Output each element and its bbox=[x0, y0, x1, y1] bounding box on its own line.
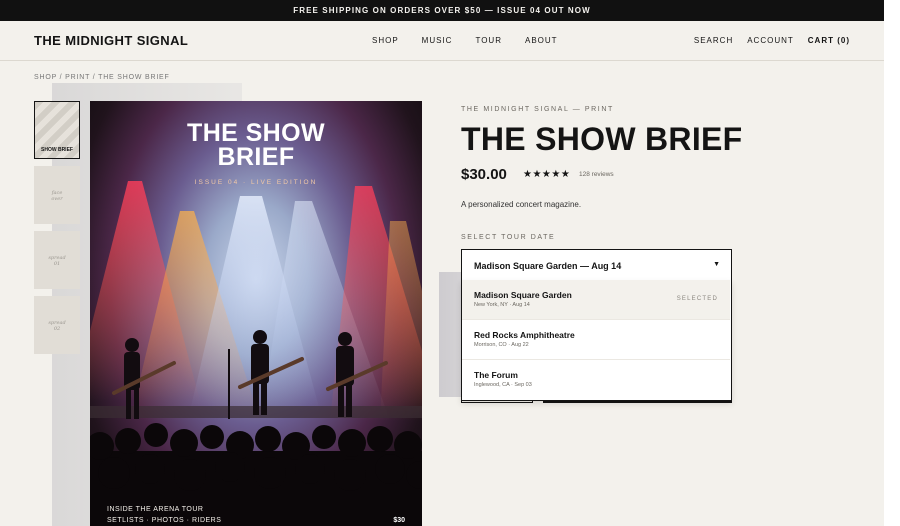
tour-option[interactable]: Red Rocks Amphitheatre Morrison, CO · Au… bbox=[462, 320, 730, 360]
breadcrumb: SHOP / PRINT / THE SHOW BRIEF bbox=[34, 74, 170, 81]
cart-link[interactable]: CART (0) bbox=[808, 36, 850, 45]
tour-option[interactable]: The Forum Inglewood, CA · Sep 03 bbox=[462, 360, 730, 400]
main-nav: SHOP MUSIC TOUR ABOUT bbox=[372, 36, 581, 45]
tour-option-name: The Forum bbox=[474, 370, 518, 380]
tour-option-meta: Inglewood, CA · Sep 03 bbox=[474, 382, 532, 388]
account-link[interactable]: ACCOUNT bbox=[747, 36, 794, 45]
nav-about[interactable]: ABOUT bbox=[525, 36, 558, 45]
product-title: THE SHOW BRIEF bbox=[461, 121, 743, 157]
announcement-bar: FREE SHIPPING ON ORDERS OVER $50 — ISSUE… bbox=[0, 0, 884, 21]
thumbnail-cover[interactable]: SHOW BRIEF bbox=[34, 101, 80, 159]
thumbnail-note: spread 02 bbox=[48, 320, 66, 332]
brand-logo[interactable]: THE MIDNIGHT SIGNAL bbox=[34, 33, 188, 48]
product-price: $30.00 bbox=[461, 166, 507, 183]
search-link[interactable]: SEARCH bbox=[694, 36, 733, 45]
page: FREE SHIPPING ON ORDERS OVER $50 — ISSUE… bbox=[0, 0, 884, 526]
thumbnail-4[interactable]: spread 02 bbox=[34, 296, 80, 354]
cover-title-line-1: THE SHOW bbox=[187, 119, 325, 147]
cover-price: $30 bbox=[393, 517, 405, 524]
thumbnail-note: spread 01 bbox=[48, 255, 66, 267]
thumbnail-note: face over bbox=[51, 190, 63, 202]
tour-option-name: Madison Square Garden bbox=[474, 290, 572, 300]
tour-date-label: SELECT TOUR DATE bbox=[461, 234, 556, 241]
nav-music[interactable]: MUSIC bbox=[422, 36, 453, 45]
tour-date-select[interactable]: Madison Square Garden — Aug 14 ▼ bbox=[461, 249, 732, 282]
tour-option-name: Red Rocks Amphitheatre bbox=[474, 330, 575, 340]
thumbnail-3[interactable]: spread 01 bbox=[34, 231, 80, 289]
utility-nav: SEARCH ACCOUNT CART (0) bbox=[680, 36, 850, 45]
thumbnail-2[interactable]: face over bbox=[34, 166, 80, 224]
cover-footer-line-2: SETLISTS · PHOTOS · RIDERS bbox=[107, 517, 222, 524]
product-eyebrow: THE MIDNIGHT SIGNAL — PRINT bbox=[461, 106, 614, 113]
thumbnail-label: SHOW BRIEF bbox=[41, 147, 73, 153]
tour-option[interactable]: Madison Square Garden New York, NY · Aug… bbox=[462, 280, 730, 320]
selected-tag: SELECTED bbox=[676, 296, 718, 302]
product-description: A personalized concert magazine. bbox=[461, 200, 582, 209]
tour-date-value: Madison Square Garden — Aug 14 bbox=[474, 261, 622, 271]
cover-title-line-2: BRIEF bbox=[217, 143, 295, 171]
rating-stars-icon: ★★★★★ bbox=[523, 169, 571, 180]
cover-image: THE SHOW BRIEF ISSUE 04 · LIVE EDITION I… bbox=[90, 101, 422, 526]
chevron-down-icon: ▼ bbox=[713, 261, 720, 268]
cover-issue: ISSUE 04 · LIVE EDITION bbox=[194, 179, 318, 186]
cover-footer: INSIDE THE ARENA TOUR SETLISTS · PHOTOS … bbox=[107, 504, 221, 526]
tour-option-meta: New York, NY · Aug 14 bbox=[474, 302, 530, 308]
cover-footer-line-1: INSIDE THE ARENA TOUR bbox=[107, 506, 204, 513]
tour-option-meta: Morrison, CO · Aug 22 bbox=[474, 342, 529, 348]
nav-tour[interactable]: TOUR bbox=[475, 36, 502, 45]
site-header: THE MIDNIGHT SIGNAL SHOP MUSIC TOUR ABOU… bbox=[0, 21, 884, 61]
reviews-link[interactable]: 128 reviews bbox=[579, 171, 614, 178]
nav-shop[interactable]: SHOP bbox=[372, 36, 399, 45]
tour-date-menu: Madison Square Garden New York, NY · Aug… bbox=[461, 280, 732, 401]
cover-title: THE SHOW BRIEF bbox=[90, 119, 422, 171]
